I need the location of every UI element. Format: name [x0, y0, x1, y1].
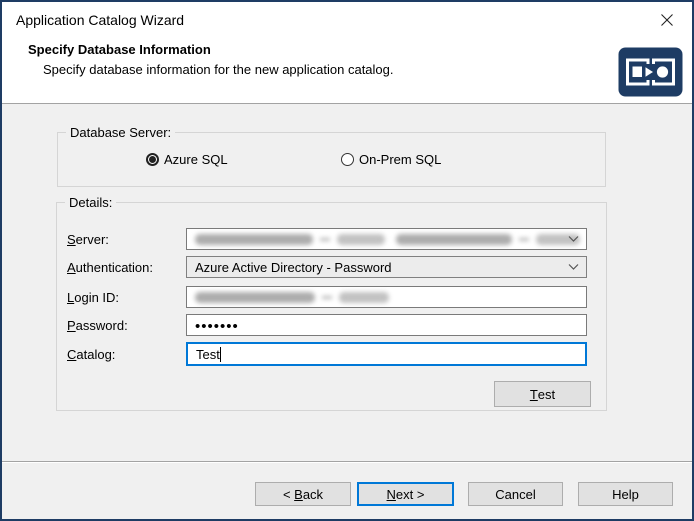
catalog-field[interactable]: Test — [186, 342, 587, 366]
wizard-header: Specify Database Information Specify dat… — [2, 34, 692, 103]
close-button[interactable] — [652, 7, 682, 33]
radio-selected-icon — [146, 153, 159, 166]
catalog-label: Catalog: — [67, 347, 115, 362]
login-id-redacted-value — [195, 292, 389, 303]
chevron-down-icon — [568, 236, 579, 243]
cancel-button[interactable]: Cancel — [468, 482, 563, 506]
authentication-label: Authentication: — [67, 260, 153, 275]
page-subtitle: Specify database information for the new… — [43, 62, 394, 77]
server-redacted-value — [195, 234, 580, 245]
text-caret — [220, 347, 221, 362]
close-icon — [660, 13, 674, 27]
footer-divider — [2, 461, 692, 462]
radio-azure-sql[interactable]: Azure SQL — [146, 152, 228, 167]
application-catalog-logo-icon — [618, 47, 683, 97]
authentication-dropdown[interactable]: Azure Active Directory - Password — [186, 256, 587, 278]
server-combobox[interactable] — [186, 228, 587, 250]
help-button[interactable]: Help — [578, 482, 673, 506]
application-catalog-wizard-window: Application Catalog Wizard Specify Datab… — [0, 0, 694, 521]
login-id-label: Login ID: — [67, 290, 119, 305]
radio-onprem-sql-label: On-Prem SQL — [359, 152, 441, 167]
page-title: Specify Database Information — [28, 42, 211, 57]
chevron-down-icon — [568, 264, 579, 271]
server-label: Server: — [67, 232, 109, 247]
window-title: Application Catalog Wizard — [16, 12, 184, 28]
database-server-group: Database Server: Azure SQL On-Prem SQL — [57, 132, 606, 187]
catalog-value: Test — [196, 347, 220, 362]
back-button[interactable]: < Back — [255, 482, 351, 506]
next-button[interactable]: Next > — [357, 482, 454, 506]
authentication-selected-value: Azure Active Directory - Password — [195, 260, 392, 275]
password-masked-value: ••••••• — [195, 317, 239, 334]
wizard-body: Database Server: Azure SQL On-Prem SQL D… — [2, 104, 692, 521]
radio-unselected-icon — [341, 153, 354, 166]
password-label: Password: — [67, 318, 128, 333]
password-field[interactable]: ••••••• — [186, 314, 587, 336]
test-button[interactable]: Test — [494, 381, 591, 407]
radio-onprem-sql[interactable]: On-Prem SQL — [341, 152, 441, 167]
login-id-field[interactable] — [186, 286, 587, 308]
details-group-label: Details: — [65, 195, 116, 210]
database-server-group-label: Database Server: — [66, 125, 175, 140]
radio-azure-sql-label: Azure SQL — [164, 152, 228, 167]
details-group: Details: Server: Authentication: Azure A… — [56, 202, 607, 411]
title-bar: Application Catalog Wizard — [2, 2, 692, 34]
